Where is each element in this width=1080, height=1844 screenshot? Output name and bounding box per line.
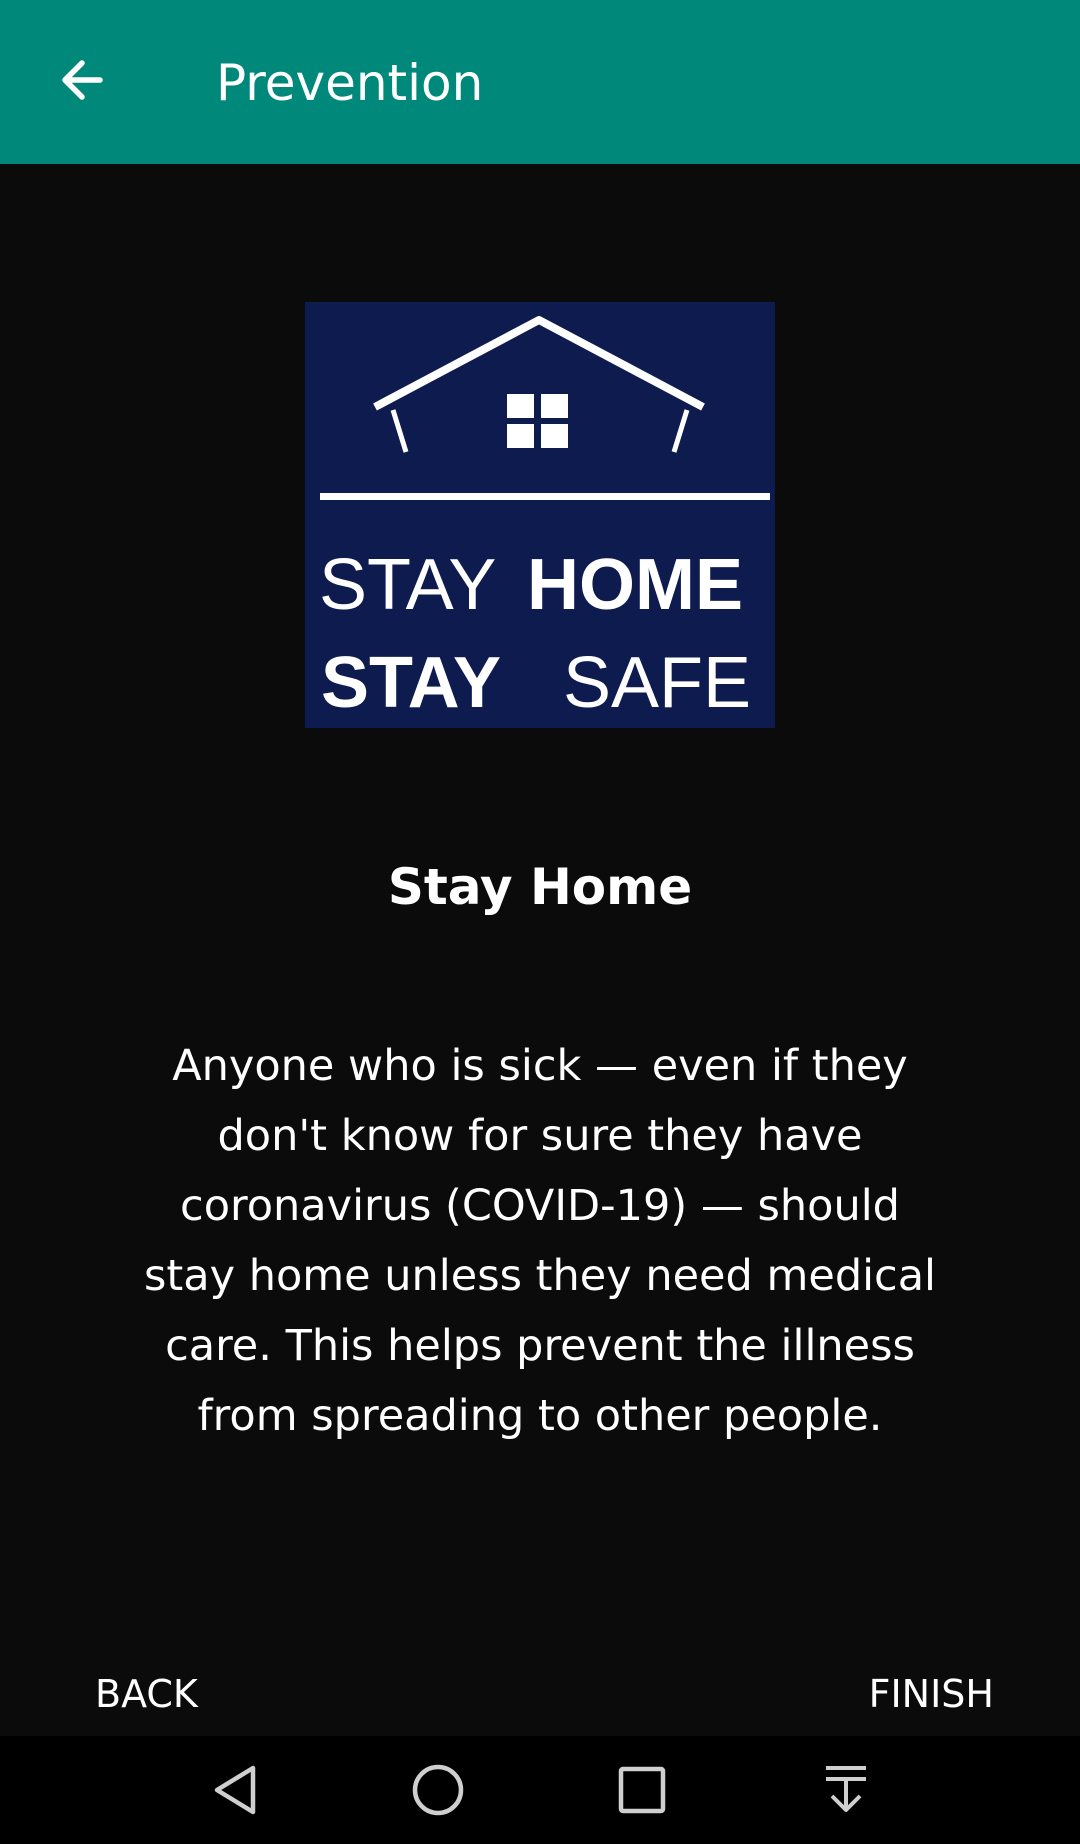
body-text: Anyone who is sick — even if they don't … bbox=[143, 1041, 936, 1441]
hero-line2-bold: STAY bbox=[321, 643, 501, 723]
back-arrow-icon[interactable] bbox=[40, 38, 124, 122]
house-roof-icon bbox=[373, 316, 705, 411]
hero-line1-light: STAY bbox=[319, 545, 496, 625]
nav-recents-icon[interactable] bbox=[602, 1750, 682, 1830]
finish-button[interactable]: FINISH bbox=[869, 1668, 994, 1720]
hero-line2-light: SAFE bbox=[563, 643, 751, 723]
app-bar: Prevention bbox=[0, 0, 1080, 164]
stay-home-image: STAY HOME STAY SAFE bbox=[305, 302, 775, 728]
hero-line1-bold: HOME bbox=[527, 545, 743, 625]
nav-pull-down-icon[interactable] bbox=[806, 1750, 886, 1830]
nav-back-icon[interactable] bbox=[195, 1750, 275, 1830]
system-navigation-bar bbox=[0, 1736, 1080, 1844]
window-icon bbox=[507, 394, 568, 448]
page-title: Prevention bbox=[216, 54, 484, 112]
back-button[interactable]: BACK bbox=[95, 1668, 198, 1720]
nav-home-icon[interactable] bbox=[398, 1750, 478, 1830]
section-heading: Stay Home bbox=[387, 858, 693, 916]
